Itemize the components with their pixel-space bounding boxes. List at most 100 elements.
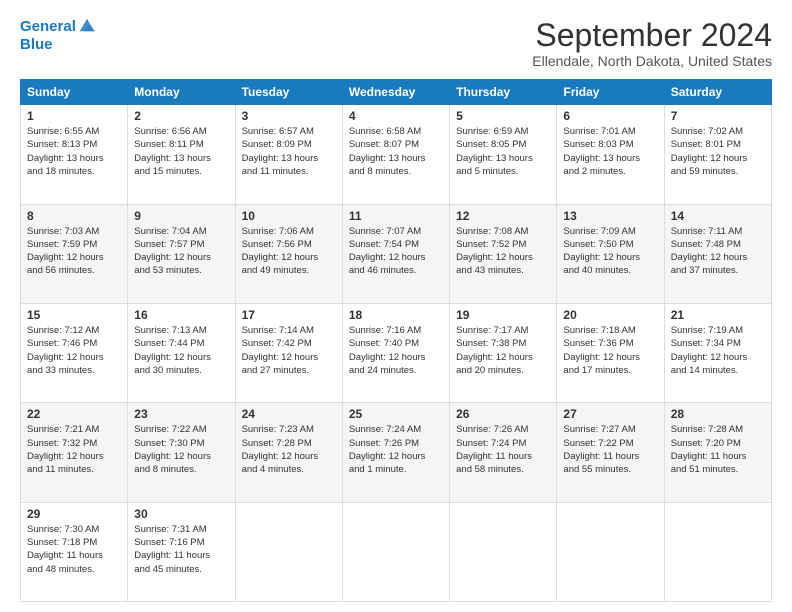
day-info: Sunrise: 7:26 AM Sunset: 7:24 PM Dayligh… [456,423,550,476]
location: Ellendale, North Dakota, United States [532,53,772,69]
day-number: 5 [456,109,550,123]
calendar-week-3: 15 Sunrise: 7:12 AM Sunset: 7:46 PM Dayli… [21,303,772,402]
day-number: 12 [456,209,550,223]
day-info: Sunrise: 7:13 AM Sunset: 7:44 PM Dayligh… [134,324,228,377]
calendar-cell [664,502,771,601]
day-number: 7 [671,109,765,123]
calendar-header-friday: Friday [557,80,664,105]
day-number: 2 [134,109,228,123]
calendar-cell: 26 Sunrise: 7:26 AM Sunset: 7:24 PM Dayli… [450,403,557,502]
calendar-cell: 29Sunrise: 7:30 AM Sunset: 7:18 PM Dayli… [21,502,128,601]
day-info: Sunrise: 7:02 AM Sunset: 8:01 PM Dayligh… [671,125,765,178]
day-info: Sunrise: 7:03 AM Sunset: 7:59 PM Dayligh… [27,225,121,278]
calendar-cell [342,502,449,601]
calendar-cell: 7 Sunrise: 7:02 AM Sunset: 8:01 PM Daylig… [664,105,771,204]
day-number: 28 [671,407,765,421]
day-info: Sunrise: 7:08 AM Sunset: 7:52 PM Dayligh… [456,225,550,278]
calendar-cell: 24 Sunrise: 7:23 AM Sunset: 7:28 PM Dayli… [235,403,342,502]
day-number: 8 [27,209,121,223]
day-number: 20 [563,308,657,322]
day-number: 10 [242,209,336,223]
calendar-cell: 22Sunrise: 7:21 AM Sunset: 7:32 PM Dayli… [21,403,128,502]
calendar-header-row: SundayMondayTuesdayWednesdayThursdayFrid… [21,80,772,105]
logo-text: General [20,18,76,36]
logo-icon [78,16,96,34]
day-info: Sunrise: 6:56 AM Sunset: 8:11 PM Dayligh… [134,125,228,178]
day-number: 27 [563,407,657,421]
day-info: Sunrise: 7:27 AM Sunset: 7:22 PM Dayligh… [563,423,657,476]
day-number: 21 [671,308,765,322]
calendar-cell: 4 Sunrise: 6:58 AM Sunset: 8:07 PM Daylig… [342,105,449,204]
day-number: 16 [134,308,228,322]
day-number: 22 [27,407,121,421]
calendar-cell: 5 Sunrise: 6:59 AM Sunset: 8:05 PM Daylig… [450,105,557,204]
calendar-header-thursday: Thursday [450,80,557,105]
day-number: 18 [349,308,443,322]
day-info: Sunrise: 6:59 AM Sunset: 8:05 PM Dayligh… [456,125,550,178]
day-info: Sunrise: 7:31 AM Sunset: 7:16 PM Dayligh… [134,523,228,576]
day-info: Sunrise: 6:58 AM Sunset: 8:07 PM Dayligh… [349,125,443,178]
calendar-cell: 17 Sunrise: 7:14 AM Sunset: 7:42 PM Dayli… [235,303,342,402]
day-number: 30 [134,507,228,521]
day-info: Sunrise: 7:24 AM Sunset: 7:26 PM Dayligh… [349,423,443,476]
calendar-cell [235,502,342,601]
calendar-cell: 10 Sunrise: 7:06 AM Sunset: 7:56 PM Dayli… [235,204,342,303]
calendar-week-4: 22Sunrise: 7:21 AM Sunset: 7:32 PM Dayli… [21,403,772,502]
calendar-cell: 16 Sunrise: 7:13 AM Sunset: 7:44 PM Dayli… [128,303,235,402]
day-info: Sunrise: 7:14 AM Sunset: 7:42 PM Dayligh… [242,324,336,377]
day-number: 25 [349,407,443,421]
day-info: Sunrise: 7:11 AM Sunset: 7:48 PM Dayligh… [671,225,765,278]
calendar-cell: 19Sunrise: 7:17 AM Sunset: 7:38 PM Dayli… [450,303,557,402]
day-info: Sunrise: 7:18 AM Sunset: 7:36 PM Dayligh… [563,324,657,377]
calendar-cell: 3Sunrise: 6:57 AM Sunset: 8:09 PM Daylig… [235,105,342,204]
day-number: 26 [456,407,550,421]
calendar-cell [557,502,664,601]
day-number: 1 [27,109,121,123]
day-info: Sunrise: 7:30 AM Sunset: 7:18 PM Dayligh… [27,523,121,576]
day-info: Sunrise: 7:16 AM Sunset: 7:40 PM Dayligh… [349,324,443,377]
day-number: 6 [563,109,657,123]
calendar-cell: 25 Sunrise: 7:24 AM Sunset: 7:26 PM Dayli… [342,403,449,502]
day-info: Sunrise: 7:04 AM Sunset: 7:57 PM Dayligh… [134,225,228,278]
calendar-cell: 27 Sunrise: 7:27 AM Sunset: 7:22 PM Dayli… [557,403,664,502]
calendar-cell: 28 Sunrise: 7:28 AM Sunset: 7:20 PM Dayli… [664,403,771,502]
day-info: Sunrise: 7:17 AM Sunset: 7:38 PM Dayligh… [456,324,550,377]
day-info: Sunrise: 7:23 AM Sunset: 7:28 PM Dayligh… [242,423,336,476]
logo-blue: Blue [20,36,53,54]
header: General Blue September 2024 Ellendale, N… [20,18,772,69]
calendar-header-sunday: Sunday [21,80,128,105]
calendar-cell [450,502,557,601]
day-info: Sunrise: 7:22 AM Sunset: 7:30 PM Dayligh… [134,423,228,476]
calendar-page: General Blue September 2024 Ellendale, N… [0,0,792,612]
day-number: 13 [563,209,657,223]
day-info: Sunrise: 7:19 AM Sunset: 7:34 PM Dayligh… [671,324,765,377]
calendar-header-monday: Monday [128,80,235,105]
calendar-cell: 21 Sunrise: 7:19 AM Sunset: 7:34 PM Dayli… [664,303,771,402]
day-number: 4 [349,109,443,123]
day-info: Sunrise: 7:09 AM Sunset: 7:50 PM Dayligh… [563,225,657,278]
day-number: 24 [242,407,336,421]
calendar-cell: 14 Sunrise: 7:11 AM Sunset: 7:48 PM Dayli… [664,204,771,303]
calendar-cell: 20 Sunrise: 7:18 AM Sunset: 7:36 PM Dayli… [557,303,664,402]
day-info: Sunrise: 7:06 AM Sunset: 7:56 PM Dayligh… [242,225,336,278]
calendar-cell: 15 Sunrise: 7:12 AM Sunset: 7:46 PM Dayli… [21,303,128,402]
calendar-week-2: 8 Sunrise: 7:03 AM Sunset: 7:59 PM Daylig… [21,204,772,303]
logo-general: General [20,18,76,35]
day-number: 15 [27,308,121,322]
day-info: Sunrise: 7:01 AM Sunset: 8:03 PM Dayligh… [563,125,657,178]
day-info: Sunrise: 7:28 AM Sunset: 7:20 PM Dayligh… [671,423,765,476]
day-info: Sunrise: 7:12 AM Sunset: 7:46 PM Dayligh… [27,324,121,377]
calendar-cell: 30 Sunrise: 7:31 AM Sunset: 7:16 PM Dayli… [128,502,235,601]
calendar-cell: 23 Sunrise: 7:22 AM Sunset: 7:30 PM Dayli… [128,403,235,502]
calendar-cell: 12 Sunrise: 7:08 AM Sunset: 7:52 PM Dayli… [450,204,557,303]
calendar-cell: 9 Sunrise: 7:04 AM Sunset: 7:57 PM Daylig… [128,204,235,303]
title-block: September 2024 Ellendale, North Dakota, … [532,18,772,69]
day-number: 9 [134,209,228,223]
calendar-cell: 2 Sunrise: 6:56 AM Sunset: 8:11 PM Daylig… [128,105,235,204]
calendar-header-tuesday: Tuesday [235,80,342,105]
day-number: 23 [134,407,228,421]
day-number: 3 [242,109,336,123]
day-number: 17 [242,308,336,322]
calendar-cell: 8 Sunrise: 7:03 AM Sunset: 7:59 PM Daylig… [21,204,128,303]
day-number: 14 [671,209,765,223]
